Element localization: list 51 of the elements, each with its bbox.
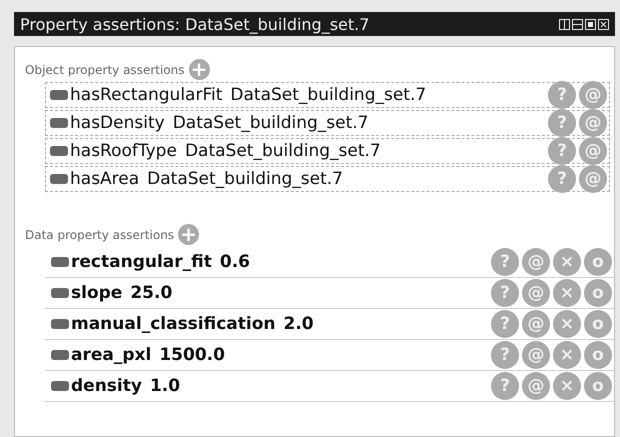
section-label: Object property assertions — [25, 62, 184, 76]
help-button[interactable]: ? — [548, 137, 576, 165]
delete-button[interactable]: × — [553, 279, 581, 307]
annotation-button[interactable]: @ — [522, 310, 550, 338]
edit-button[interactable]: o — [584, 279, 612, 307]
annotation-button[interactable]: @ — [522, 372, 550, 400]
assertion-row[interactable]: hasRectangularFit DataSet_building_set.7 ? @ — [45, 82, 610, 108]
assertion-text: area_pxl 1500.0 — [71, 345, 226, 365]
help-button[interactable]: ? — [548, 81, 576, 109]
assertion-text: hasRectangularFit DataSet_building_set.7 — [70, 85, 428, 105]
assertion-text: hasDensity DataSet_building_set.7 — [70, 113, 370, 133]
section-label: Data property assertions — [25, 228, 174, 242]
assertion-text: density 1.0 — [71, 376, 182, 396]
edit-button[interactable]: o — [584, 341, 612, 369]
help-button[interactable]: ? — [491, 372, 519, 400]
annotation-button[interactable]: @ — [522, 279, 550, 307]
edit-button[interactable]: o — [584, 372, 612, 400]
annotation-button[interactable]: @ — [579, 109, 607, 137]
assertion-text: manual_classification 2.0 — [71, 314, 315, 334]
annotation-button[interactable]: @ — [579, 137, 607, 165]
add-button[interactable]: + — [188, 59, 210, 80]
delete-button[interactable]: × — [553, 341, 581, 369]
assertion-text: slope 25.0 — [71, 283, 174, 303]
annotation-button[interactable]: @ — [579, 81, 607, 109]
annotation-button[interactable]: @ — [522, 341, 550, 369]
assertion-text: hasArea DataSet_building_set.7 — [70, 169, 344, 189]
delete-button[interactable]: × — [553, 372, 581, 400]
help-button[interactable]: ? — [548, 109, 576, 137]
assertion-row-line[interactable]: manual_classification 2.0 ? @ × o — [45, 309, 614, 340]
assertion-row-line[interactable]: area_pxl 1500.0 ? @ × o — [45, 340, 614, 371]
help-button[interactable]: ? — [491, 248, 519, 276]
annotation-button[interactable]: @ — [579, 165, 607, 193]
edit-button[interactable]: o — [584, 248, 612, 276]
delete-button[interactable]: × — [553, 248, 581, 276]
delete-button[interactable]: × — [553, 310, 581, 338]
assertion-row-line[interactable]: density 1.0 ? @ × o — [45, 371, 614, 402]
assertion-row[interactable]: hasRoofType DataSet_building_set.7 ? @ — [45, 138, 610, 164]
assertion-row-line[interactable]: rectangular_fit 0.6 ? @ × o — [45, 247, 614, 278]
help-button[interactable]: ? — [548, 165, 576, 193]
assertion-text: rectangular_fit 0.6 — [71, 252, 251, 272]
assertion-row[interactable]: hasArea DataSet_building_set.7 ? @ — [45, 166, 610, 192]
annotation-button[interactable]: @ — [522, 248, 550, 276]
assertion-row-line[interactable]: slope 25.0 ? @ × o — [45, 278, 614, 309]
edit-button[interactable]: o — [584, 310, 612, 338]
assertion-text: hasRoofType DataSet_building_set.7 — [70, 141, 382, 161]
assertion-row[interactable]: hasDensity DataSet_building_set.7 ? @ — [45, 110, 610, 136]
window-title: Property assertions: DataSet_building_set.7 — [20, 14, 370, 34]
help-button[interactable]: ? — [491, 341, 519, 369]
help-button[interactable]: ? — [491, 310, 519, 338]
add-button[interactable]: + — [178, 224, 200, 245]
help-button[interactable]: ? — [491, 279, 519, 307]
